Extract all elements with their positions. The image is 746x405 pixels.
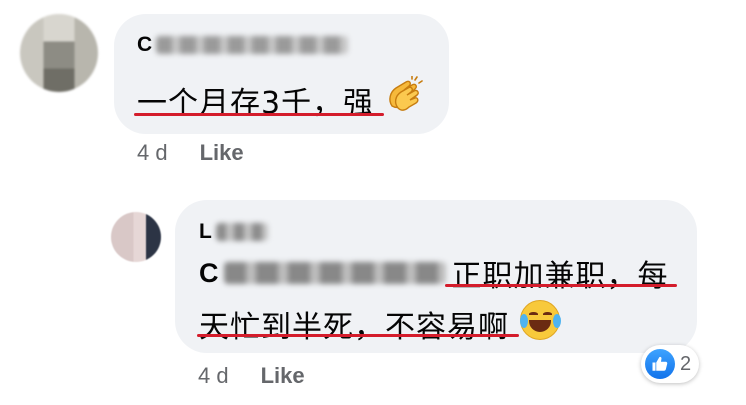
reaction-count: 2 — [680, 352, 692, 375]
mention-tag[interactable]: C — [199, 258, 446, 289]
like-button[interactable]: Like — [200, 140, 244, 166]
blurred-name — [156, 36, 349, 54]
reply-author-name[interactable]: L — [199, 219, 268, 245]
blurred-mention-name — [223, 262, 446, 284]
comment-author-name[interactable]: C — [137, 32, 349, 58]
comment-meta: 4 d Like — [137, 140, 244, 166]
reply-meta: 4 d Like — [198, 363, 305, 389]
mention-initial: C — [199, 257, 220, 288]
reply-text-line-2: 天忙到半死，不容易啊 — [199, 310, 509, 345]
red-underline-annotation — [445, 284, 677, 287]
reaction-summary[interactable]: 2 — [641, 345, 699, 383]
tears-of-joy-emoji-icon — [520, 300, 562, 342]
timestamp[interactable]: 4 d — [137, 140, 168, 166]
commenter-avatar[interactable] — [20, 14, 98, 92]
timestamp[interactable]: 4 d — [198, 363, 229, 389]
reply-commenter-avatar[interactable] — [111, 212, 161, 262]
red-underline-annotation — [134, 113, 384, 116]
reply-text: 正职加兼职，每 — [451, 259, 669, 294]
author-initial: C — [137, 33, 153, 56]
like-button[interactable]: Like — [261, 363, 305, 389]
red-underline-annotation — [197, 334, 519, 337]
reply-text-line-1: C 正职加兼职，每 — [199, 251, 669, 295]
author-initial: L — [199, 220, 212, 243]
thumbs-up-icon — [645, 349, 675, 379]
blurred-name — [215, 223, 268, 241]
